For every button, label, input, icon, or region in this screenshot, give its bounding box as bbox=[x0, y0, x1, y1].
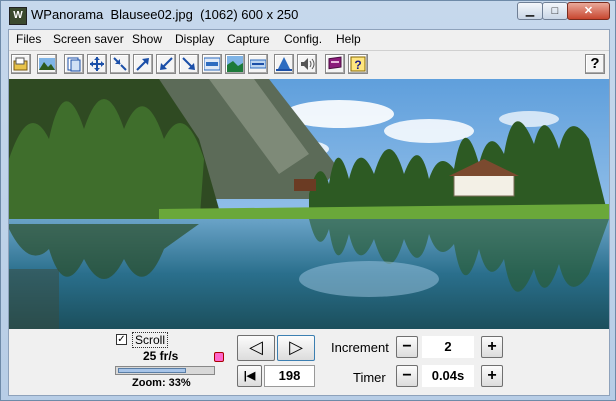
increment-plus-button[interactable]: + bbox=[481, 336, 503, 358]
help-book-button[interactable]: ? bbox=[348, 54, 368, 74]
close-button[interactable]: ✕ bbox=[567, 2, 610, 20]
app-window: W WPanorama Blausee02.jpg (1062) 600 x 2… bbox=[0, 0, 616, 401]
menu-display[interactable]: Display bbox=[175, 32, 214, 46]
next-button[interactable]: ▷ bbox=[277, 335, 315, 361]
open-file-button[interactable] bbox=[11, 54, 31, 74]
toolbar: ? ? bbox=[9, 50, 609, 79]
menu-show[interactable]: Show bbox=[132, 32, 162, 46]
zoom-readout: Zoom: 33% bbox=[132, 377, 191, 389]
landscape-image-icon bbox=[39, 58, 55, 70]
panorama-strip-icon bbox=[204, 57, 220, 71]
move-down-left-button[interactable] bbox=[156, 54, 176, 74]
minimize-button[interactable]: ▁ bbox=[517, 2, 543, 20]
skip-start-icon: |◀ bbox=[243, 370, 256, 382]
frame-number-field[interactable]: 198 bbox=[264, 365, 315, 387]
tree-button[interactable] bbox=[274, 54, 294, 74]
sound-button[interactable] bbox=[297, 54, 317, 74]
panorama-image[interactable] bbox=[9, 79, 609, 329]
speaker-icon bbox=[301, 58, 315, 70]
horizon-bar-icon bbox=[250, 59, 266, 69]
timer-plus-button[interactable]: + bbox=[481, 365, 503, 387]
window-title: WPanorama Blausee02.jpg (1062) 600 x 250 bbox=[31, 7, 299, 22]
svg-text:?: ? bbox=[354, 58, 361, 72]
zoom-slider-fill bbox=[118, 368, 186, 373]
menu-config[interactable]: Config. bbox=[284, 32, 322, 46]
panorama-strip-button[interactable] bbox=[202, 54, 222, 74]
title-bar[interactable]: W WPanorama Blausee02.jpg (1062) 600 x 2… bbox=[1, 1, 615, 29]
tree-blue-icon bbox=[276, 57, 292, 71]
copy-frame-icon bbox=[67, 57, 81, 72]
scroll-label[interactable]: Scroll bbox=[132, 332, 169, 348]
fps-readout: 25 fr/s bbox=[143, 349, 179, 363]
menu-capture[interactable]: Capture bbox=[227, 32, 270, 46]
landscape-view-button[interactable] bbox=[225, 54, 245, 74]
help-button[interactable]: ? bbox=[585, 54, 605, 74]
maximize-button[interactable]: □ bbox=[542, 2, 568, 20]
shrink-button[interactable] bbox=[110, 54, 130, 74]
move-up-right-button[interactable] bbox=[133, 54, 153, 74]
landscape-view-icon bbox=[227, 56, 243, 72]
fit-expand-icon bbox=[90, 57, 104, 71]
menu-screen-saver[interactable]: Screen saver bbox=[53, 32, 124, 46]
menu-files[interactable]: Files bbox=[16, 32, 41, 46]
triangle-right-icon: ▷ bbox=[289, 337, 303, 357]
timer-value-field[interactable]: 0.04s bbox=[422, 365, 474, 387]
panorama-photo bbox=[9, 79, 609, 329]
arrow-down-right-icon bbox=[182, 57, 195, 70]
horizon-bar-button[interactable] bbox=[248, 54, 268, 74]
help-book-icon: ? bbox=[350, 56, 366, 72]
fit-expand-button[interactable] bbox=[87, 54, 107, 74]
timer-label: Timer bbox=[353, 370, 386, 385]
arrow-up-right-icon bbox=[136, 58, 149, 71]
client-area: Files Screen saver Show Display Capture … bbox=[8, 29, 610, 396]
copy-frame-button[interactable] bbox=[64, 54, 84, 74]
menu-bar: Files Screen saver Show Display Capture … bbox=[9, 30, 609, 49]
move-down-right-button[interactable] bbox=[179, 54, 199, 74]
timer-minus-button[interactable]: − bbox=[396, 365, 418, 387]
zoom-slider[interactable] bbox=[115, 366, 215, 375]
image-view-button[interactable] bbox=[37, 54, 57, 74]
increment-label: Increment bbox=[331, 340, 389, 355]
scroll-checkbox[interactable]: ✓ bbox=[116, 334, 127, 345]
record-icon bbox=[214, 352, 224, 362]
menu-help[interactable]: Help bbox=[336, 32, 361, 46]
increment-minus-button[interactable]: − bbox=[396, 336, 418, 358]
control-panel: ✓ Scroll 25 fr/s Zoom: 33% ◁ ▷ |◀ 198 In… bbox=[9, 329, 609, 395]
book-button[interactable] bbox=[325, 54, 345, 74]
first-frame-button[interactable]: |◀ bbox=[237, 365, 262, 387]
increment-value-field[interactable]: 2 bbox=[422, 336, 474, 358]
book-icon bbox=[328, 56, 342, 70]
open-file-icon bbox=[13, 57, 28, 71]
triangle-left-icon: ◁ bbox=[249, 337, 263, 357]
previous-button[interactable]: ◁ bbox=[237, 335, 275, 361]
shrink-arrows-icon bbox=[113, 57, 127, 71]
arrow-down-left-icon bbox=[160, 57, 173, 70]
app-icon[interactable]: W bbox=[9, 7, 27, 25]
